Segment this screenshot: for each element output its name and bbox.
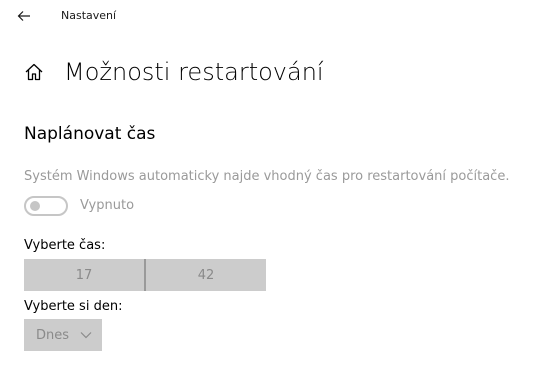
toggle-state-label: Vypnuto xyxy=(80,198,135,213)
chevron-down-icon xyxy=(80,330,92,340)
section-title: Naplánovat čas xyxy=(24,124,156,144)
page-title: Možnosti restartování xyxy=(64,58,324,86)
settings-window: Nastavení Možnosti restartování Naplánov… xyxy=(0,0,547,382)
back-button[interactable] xyxy=(10,2,38,30)
day-dropdown-value: Dnes xyxy=(36,327,70,343)
time-label: Vyberte čas: xyxy=(24,238,106,253)
day-dropdown[interactable]: Dnes xyxy=(24,319,102,351)
toggle-knob xyxy=(30,201,40,211)
home-icon xyxy=(23,61,45,83)
schedule-toggle[interactable] xyxy=(24,196,68,216)
window-title: Nastavení xyxy=(61,9,117,22)
hour-field[interactable]: 17 xyxy=(24,259,144,291)
time-picker[interactable]: 17 42 xyxy=(24,259,266,291)
day-label: Vyberte si den: xyxy=(24,299,123,314)
back-arrow-icon xyxy=(17,7,31,26)
minute-field[interactable]: 42 xyxy=(146,259,266,291)
section-description: Systém Windows automaticky najde vhodný … xyxy=(24,169,510,184)
